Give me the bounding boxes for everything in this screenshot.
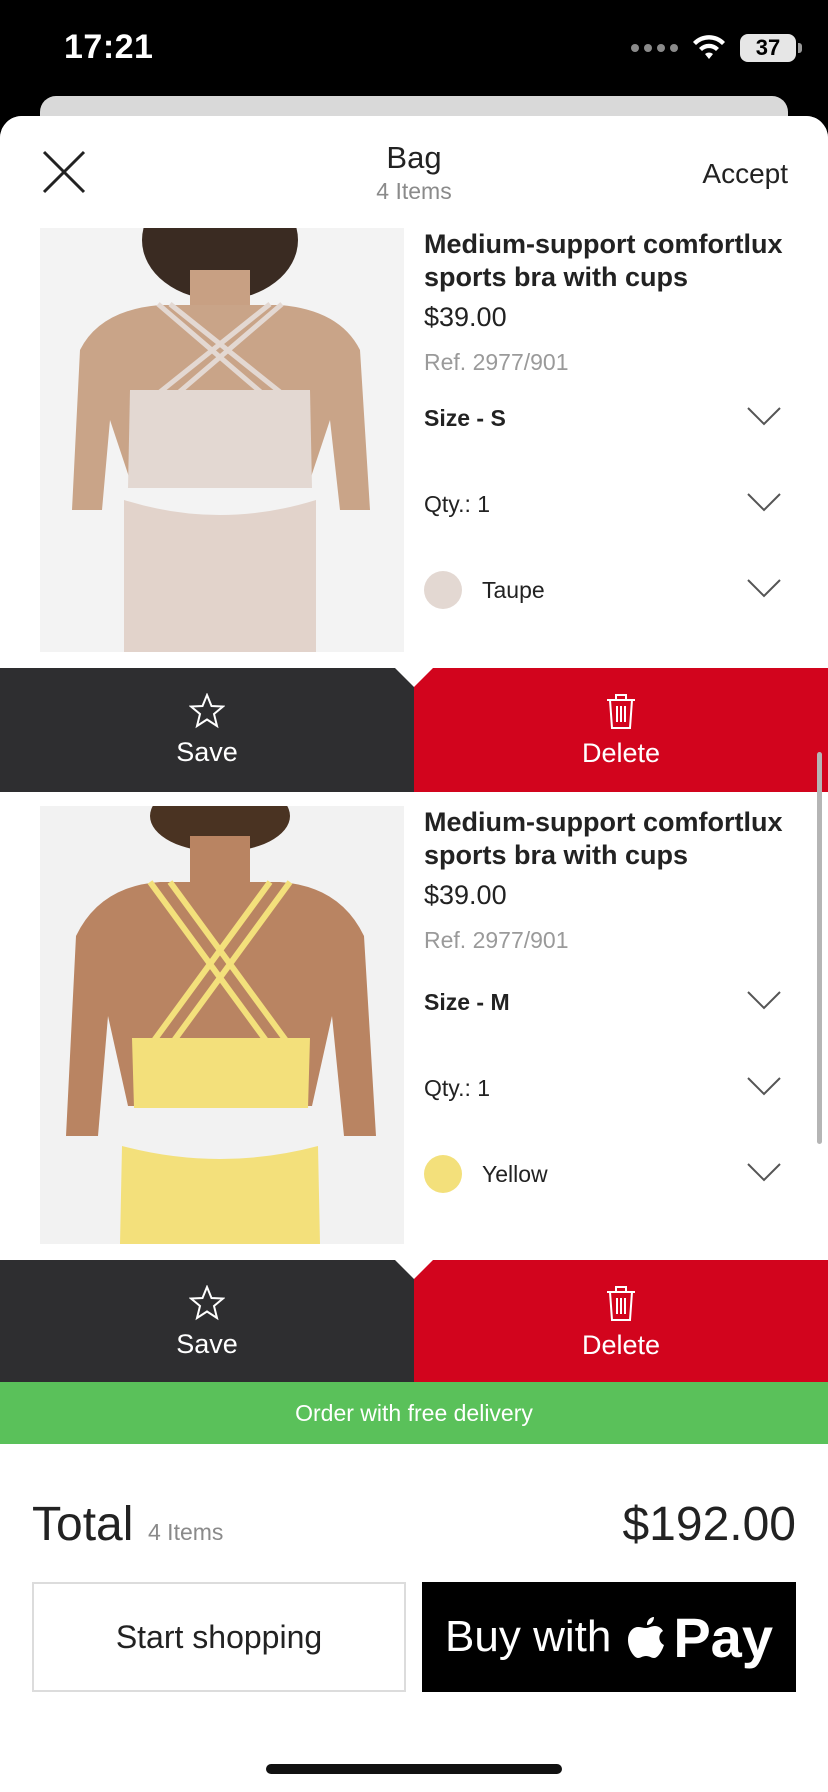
size-select[interactable]: Size - M xyxy=(424,982,794,1022)
star-icon xyxy=(189,692,225,728)
home-indicator[interactable] xyxy=(266,1764,562,1774)
bag-header: Bag 4 Items Accept xyxy=(0,116,828,228)
scrollbar[interactable] xyxy=(817,752,822,1144)
bag-item: Medium-support comfortlux sports bra wit… xyxy=(0,806,828,1382)
quantity-select[interactable]: Qty.: 1 xyxy=(424,1068,794,1108)
save-button[interactable]: Save xyxy=(0,668,414,792)
chevron-down-icon xyxy=(747,579,781,598)
star-icon xyxy=(189,1284,225,1320)
bag-item: Medium-support comfortlux sports bra wit… xyxy=(0,228,828,904)
quantity-select[interactable]: Qty.: 1 xyxy=(424,484,794,524)
save-button[interactable]: Save xyxy=(0,1260,414,1382)
delete-button[interactable]: Delete xyxy=(414,668,828,792)
size-value: Size - S xyxy=(424,404,506,431)
trash-icon xyxy=(607,1285,635,1321)
total-amount: $192.00 xyxy=(622,1498,796,1551)
total-item-count: 4 Items xyxy=(148,1519,224,1545)
chevron-down-icon xyxy=(747,991,781,1010)
chevron-down-icon xyxy=(747,493,781,512)
color-swatch xyxy=(424,1155,462,1193)
product-options: Size - S Qty.: 1 Taupe xyxy=(424,228,794,710)
save-label: Save xyxy=(176,1328,238,1359)
size-value: Size - M xyxy=(424,988,510,1015)
color-swatch xyxy=(424,571,462,609)
color-name: Yellow xyxy=(482,1160,548,1187)
pay-label: Pay xyxy=(673,1605,773,1669)
chevron-down-icon xyxy=(747,1163,781,1182)
color-select[interactable]: Yellow xyxy=(424,1154,794,1194)
order-total: Total 4 Items $192.00 xyxy=(32,1492,796,1552)
bag-sheet: Bag 4 Items Accept Medium-support comfor… xyxy=(0,116,828,1792)
chevron-down-icon xyxy=(747,1077,781,1096)
wifi-icon xyxy=(693,35,725,59)
status-bar: 17:21 37 xyxy=(0,0,828,100)
status-icons: 37 xyxy=(631,34,802,62)
chevron-down-icon xyxy=(747,407,781,426)
delete-label: Delete xyxy=(581,737,661,768)
product-image[interactable] xyxy=(40,228,404,652)
free-delivery-banner: Order with free delivery xyxy=(0,1382,828,1444)
start-shopping-button[interactable]: Start shopping xyxy=(32,1582,406,1692)
battery-icon: 37 xyxy=(740,34,802,62)
delete-button[interactable]: Delete xyxy=(414,1260,828,1382)
cellular-signal-icon xyxy=(631,44,678,52)
apple-logo-icon xyxy=(628,1617,665,1658)
bag-items-list[interactable]: Medium-support comfortlux sports bra wit… xyxy=(0,228,828,1382)
product-options: Size - M Qty.: 1 Yellow xyxy=(424,806,794,1246)
total-label: Total xyxy=(32,1498,134,1551)
trash-icon xyxy=(607,693,635,729)
color-name: Taupe xyxy=(482,576,545,603)
delete-label: Delete xyxy=(581,1329,661,1360)
divider-notch xyxy=(394,1259,434,1279)
product-image[interactable] xyxy=(40,806,404,1244)
quantity-value: Qty.: 1 xyxy=(424,490,491,517)
status-time: 17:21 xyxy=(64,28,154,66)
apple-pay-button[interactable]: Buy with Pay xyxy=(422,1582,796,1692)
item-actions: Save Delete xyxy=(0,667,828,792)
color-select[interactable]: Taupe xyxy=(424,570,794,610)
accept-button[interactable]: Accept xyxy=(702,158,788,190)
save-label: Save xyxy=(176,736,238,767)
size-select[interactable]: Size - S xyxy=(424,398,794,438)
buy-with-label: Buy with xyxy=(445,1612,612,1661)
quantity-value: Qty.: 1 xyxy=(424,1074,491,1101)
item-actions: Save Delete xyxy=(0,1259,828,1382)
divider-notch xyxy=(394,667,434,687)
